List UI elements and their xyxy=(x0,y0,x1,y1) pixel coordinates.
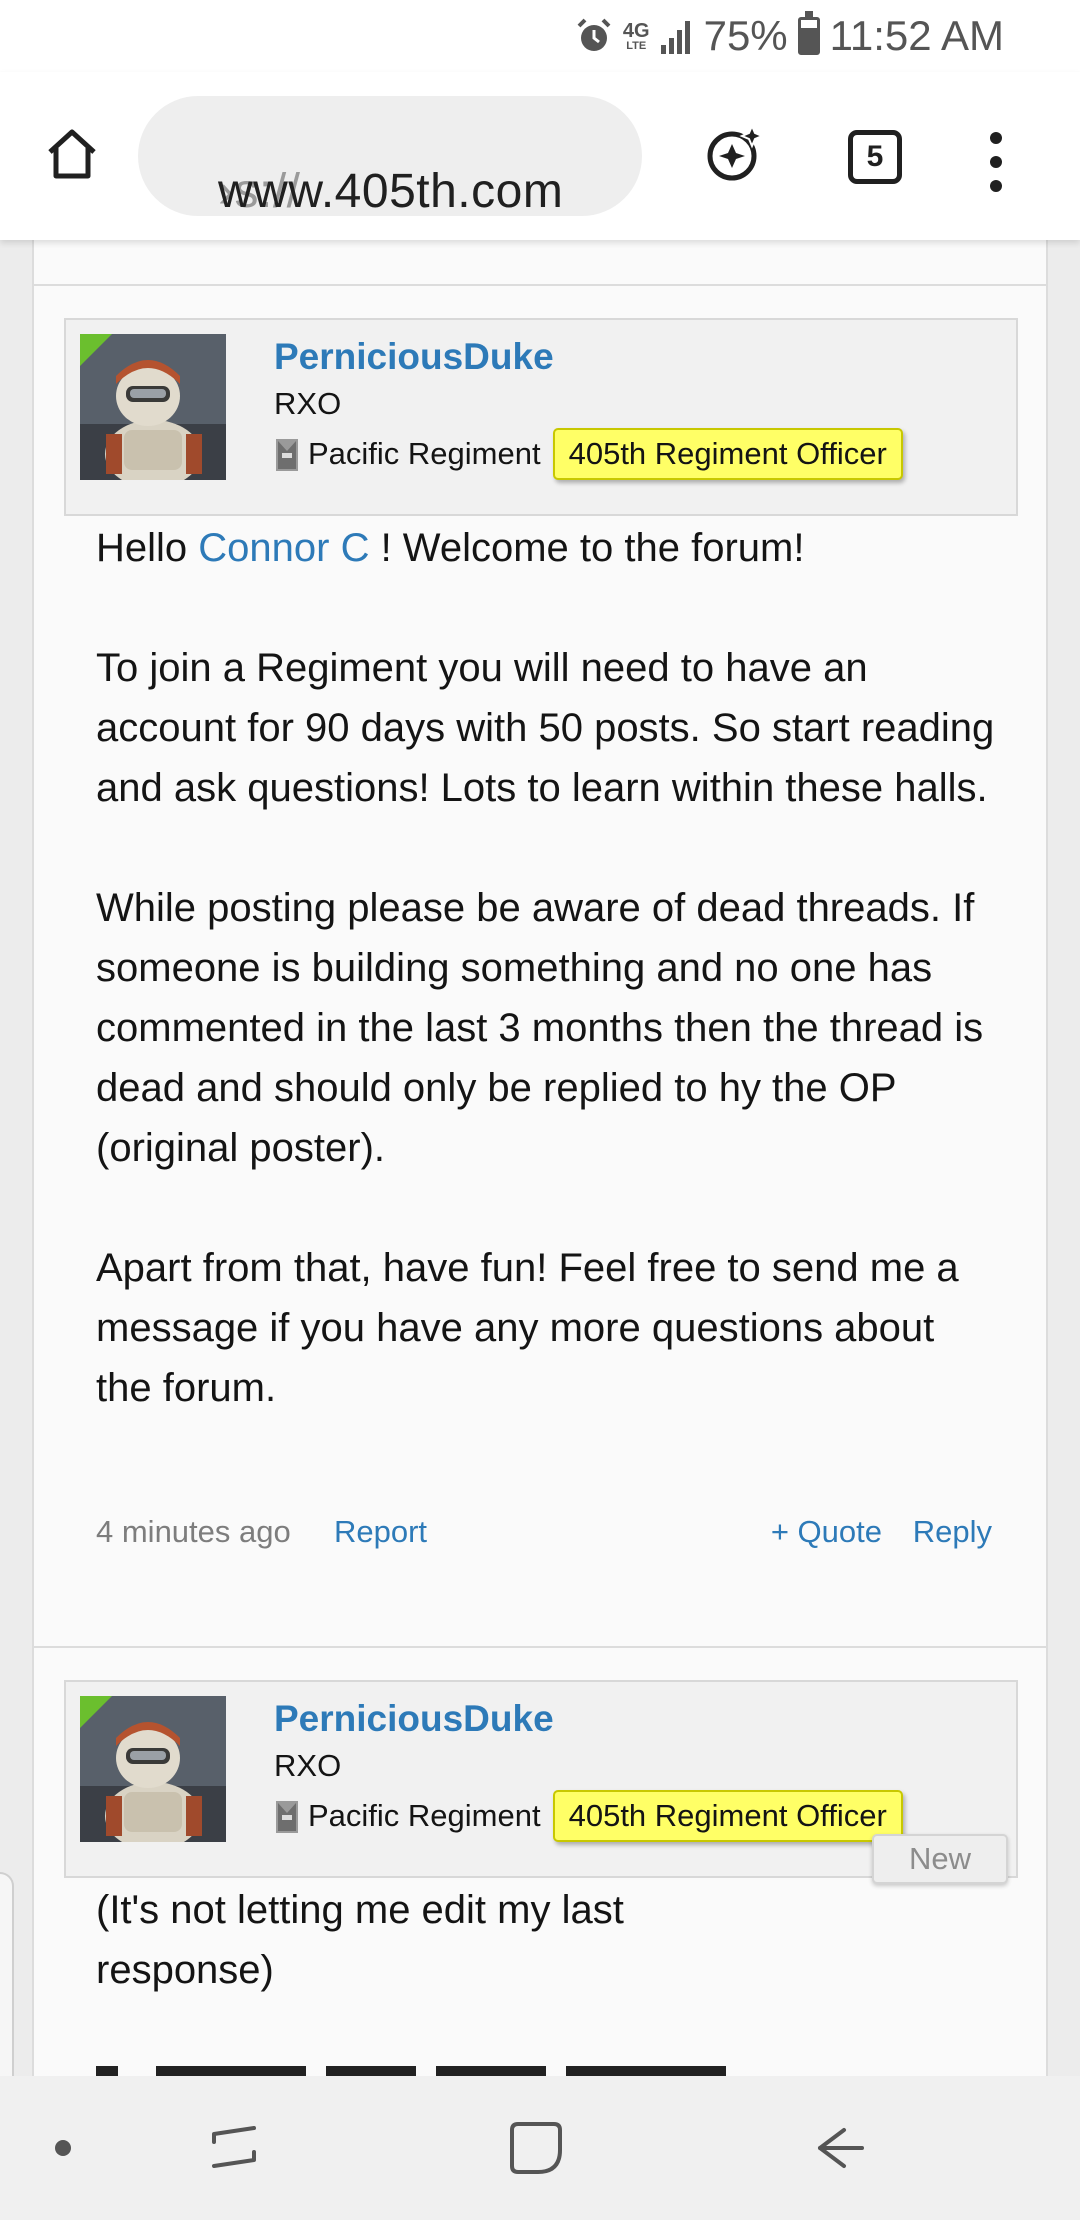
browser-toolbar: ›s://www.405th.com 5 xyxy=(0,72,1080,240)
sparkle-icon[interactable] xyxy=(690,110,778,198)
message-greeting: Hello Connor C ! Welcome to the forum! xyxy=(96,518,996,578)
network-4g-icon: 4G LTE xyxy=(623,21,650,52)
new-post-tag: New xyxy=(872,1834,1008,1884)
message-paragraph: To join a Regiment you will need to have… xyxy=(96,646,995,810)
battery-fill xyxy=(800,28,817,52)
network-type: 4G xyxy=(622,19,650,42)
username-link[interactable]: PerniciousDuke xyxy=(274,1698,554,1740)
post-message: Hello Connor C ! Welcome to the forum! T… xyxy=(96,518,996,1418)
status-bar: 4G LTE 75% 11:52 AM xyxy=(0,0,1080,72)
message-paragraph: While posting please be aware of dead th… xyxy=(96,886,984,1170)
post-message: (It's not letting me edit my last respon… xyxy=(96,1880,996,2000)
regiment-helmet-icon xyxy=(276,1801,298,1833)
recents-icon[interactable] xyxy=(202,2116,266,2180)
user-card: PerniciousDuke RXO Pacific Regiment 405t… xyxy=(64,318,1018,516)
regiment-name[interactable]: Pacific Regiment xyxy=(308,436,541,472)
online-indicator xyxy=(80,1696,112,1728)
user-title: RXO xyxy=(274,1748,342,1783)
home-square-icon[interactable] xyxy=(504,2116,568,2180)
url-bar[interactable]: ›s://www.405th.com xyxy=(138,96,642,216)
username-link[interactable]: PerniciousDuke xyxy=(274,336,554,378)
online-indicator xyxy=(80,334,112,366)
signal-icon xyxy=(660,17,694,55)
greeting-text-end: ! Welcome to the forum! xyxy=(369,526,805,570)
user-title: RXO xyxy=(274,386,342,421)
message-paragraph: Apart from that, have fun! Feel free to … xyxy=(96,1246,959,1410)
post-separator xyxy=(34,284,1046,286)
regiment-row: Pacific Regiment 405th Regiment Officer xyxy=(274,428,903,480)
post-footer: 4 minutes ago Report + Quote Reply xyxy=(96,1506,992,1556)
regiment-helmet-icon xyxy=(276,439,298,471)
report-link[interactable]: Report xyxy=(334,1514,427,1550)
battery-outline xyxy=(797,11,820,55)
alarm-icon xyxy=(575,17,613,55)
page-content: PerniciousDuke RXO Pacific Regiment 405t… xyxy=(0,240,1080,2076)
network-subtype: LTE xyxy=(626,39,647,52)
nav-dot-icon[interactable] xyxy=(55,2140,71,2156)
menu-icon[interactable] xyxy=(972,122,1020,202)
back-icon[interactable] xyxy=(808,2116,872,2180)
quote-link[interactable]: + Quote xyxy=(771,1514,882,1550)
battery-icon xyxy=(797,11,820,55)
tab-count: 5 xyxy=(866,140,884,173)
mention-link[interactable]: Connor C xyxy=(198,526,369,570)
officer-badge: 405th Regiment Officer xyxy=(552,428,903,480)
reply-link[interactable]: Reply xyxy=(913,1514,992,1550)
status-icons: 4G LTE 75% 11:52 AM xyxy=(575,8,1004,64)
home-icon[interactable] xyxy=(30,112,114,196)
clock: 11:52 AM xyxy=(829,12,1004,59)
system-nav-bar xyxy=(0,2076,1080,2220)
battery-percent: 75% xyxy=(703,12,788,59)
regiment-row: Pacific Regiment 405th Regiment Officer xyxy=(274,1790,903,1842)
greeting-text: Hello xyxy=(96,526,199,570)
post-column: PerniciousDuke RXO Pacific Regiment 405t… xyxy=(32,240,1048,2076)
tabs-icon[interactable]: 5 xyxy=(848,130,902,184)
post-timestamp[interactable]: 4 minutes ago xyxy=(96,1514,291,1550)
partially-visible-text xyxy=(96,2066,736,2076)
regiment-name[interactable]: Pacific Regiment xyxy=(308,1798,541,1834)
url-host: www.405th.com xyxy=(218,165,564,216)
side-panel-edge[interactable] xyxy=(0,1872,14,2076)
officer-badge: 405th Regiment Officer xyxy=(552,1790,903,1842)
post-separator xyxy=(34,1646,1046,1648)
message-paragraph: (It's not letting me edit my last respon… xyxy=(96,1888,624,1992)
